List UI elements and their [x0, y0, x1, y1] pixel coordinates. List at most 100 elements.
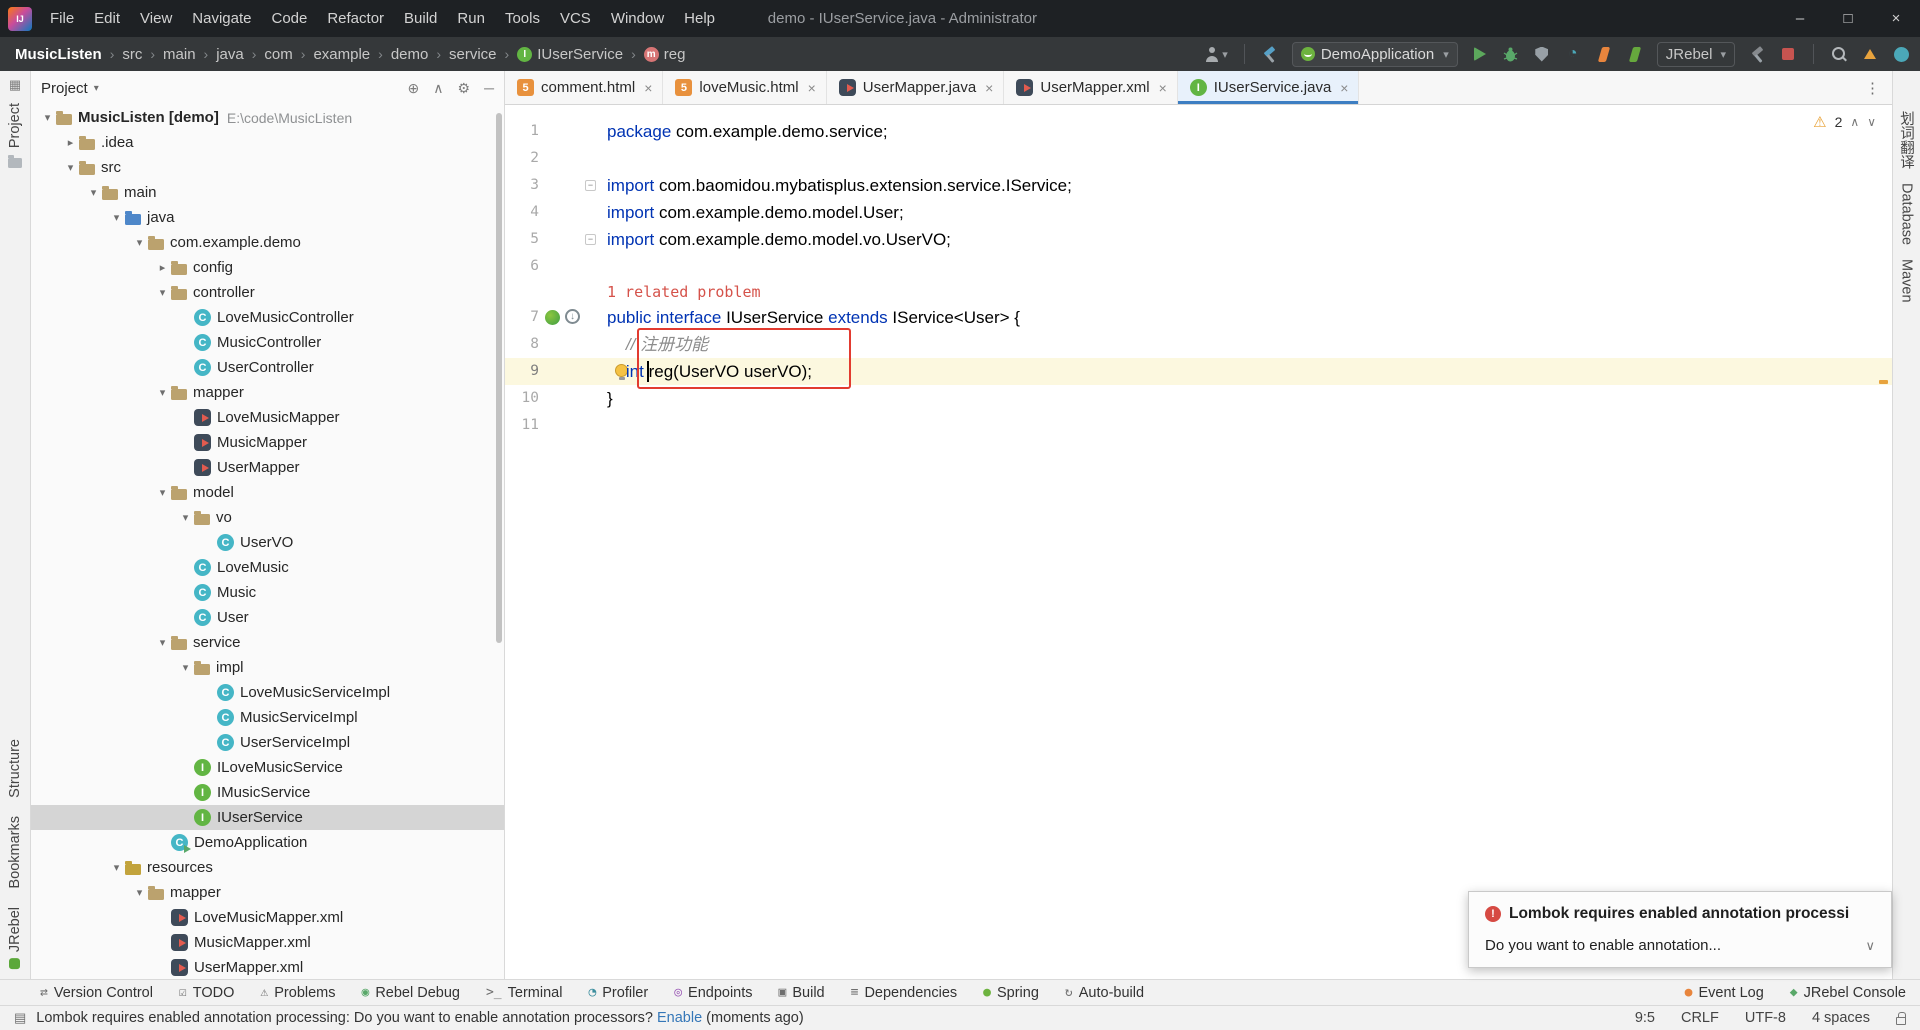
line-separator[interactable]: CRLF	[1681, 1010, 1719, 1026]
tool-stripe-project[interactable]: Project	[7, 103, 23, 148]
breadcrumb-item-IUserService[interactable]: IIUserService	[514, 44, 626, 65]
breadcrumb-item-com[interactable]: com	[261, 44, 295, 65]
code-line-8[interactable]: 8 // 注册功能	[505, 331, 1892, 358]
tree-item-MusicController[interactable]: CMusicController	[31, 330, 504, 355]
hide-button[interactable]: ─	[484, 80, 494, 96]
breadcrumb-item-main[interactable]: main	[160, 44, 199, 65]
tree-item-impl[interactable]: ▾impl	[31, 655, 504, 680]
chevron-open-icon[interactable]: ▾	[108, 861, 125, 874]
tree-item-MusicServiceImpl[interactable]: CMusicServiceImpl	[31, 705, 504, 730]
menu-item-edit[interactable]: Edit	[84, 0, 130, 37]
tree-item-main[interactable]: ▾main	[31, 180, 504, 205]
run-configuration-select[interactable]: DemoApplication ▾	[1292, 42, 1458, 67]
code-line-6[interactable]: 6	[505, 253, 1892, 280]
close-button[interactable]: ×	[1872, 0, 1920, 37]
tree-item-UserMapper.xml[interactable]: UserMapper.xml	[31, 955, 504, 979]
tree-item-src[interactable]: ▾src	[31, 155, 504, 180]
ide-update-button[interactable]	[1892, 42, 1910, 66]
tree-item-LoveMusicMapper[interactable]: LoveMusicMapper	[31, 405, 504, 430]
breadcrumb-item-src[interactable]: src	[119, 44, 145, 65]
jrebel-run-button[interactable]	[1595, 42, 1613, 66]
profiler-button[interactable]: ◔	[1564, 42, 1582, 66]
tree-item-MusicMapper.xml[interactable]: MusicMapper.xml	[31, 930, 504, 955]
chevron-open-icon[interactable]: ▾	[131, 236, 148, 249]
chevron-open-icon[interactable]: ▾	[154, 286, 171, 299]
debug-button[interactable]	[1502, 42, 1520, 66]
menu-item-help[interactable]: Help	[674, 0, 725, 37]
toolwindow-button-jrebel-console[interactable]: ◆JRebel Console	[1790, 985, 1906, 1001]
menu-item-code[interactable]: Code	[261, 0, 317, 37]
editor-tab-UserMapper.java[interactable]: UserMapper.java×	[827, 71, 1005, 104]
toolwindow-button-event-log[interactable]: ●Event Log	[1685, 985, 1764, 1001]
expand-chevron-icon[interactable]: ∨	[1865, 938, 1875, 954]
code-line-5[interactable]: 5−import com.example.demo.model.vo.UserV…	[505, 226, 1892, 253]
tree-item-MusicMapper[interactable]: MusicMapper	[31, 430, 504, 455]
tree-item-DemoApplication[interactable]: CDemoApplication	[31, 830, 504, 855]
jrebel-debug-button[interactable]	[1626, 42, 1644, 66]
tree-item-service[interactable]: ▾service	[31, 630, 504, 655]
tree-item-User[interactable]: CUser	[31, 605, 504, 630]
toolwindow-button-endpoints[interactable]: ◎Endpoints	[674, 985, 752, 1001]
tool-stripe-Structure[interactable]: Structure	[7, 739, 23, 798]
tree-item-resources[interactable]: ▾resources	[31, 855, 504, 880]
minimize-button[interactable]: –	[1776, 0, 1824, 37]
tree-item-LoveMusicMapper.xml[interactable]: LoveMusicMapper.xml	[31, 905, 504, 930]
menu-item-vcs[interactable]: VCS	[550, 0, 601, 37]
error-stripe-mark[interactable]	[1879, 380, 1888, 384]
code-line-9[interactable]: 9 int reg(UserVO userVO);	[505, 358, 1892, 385]
locate-button[interactable]: ⊕	[408, 80, 420, 97]
code-line-11[interactable]: 11	[505, 412, 1892, 439]
chevron-open-icon[interactable]: ▾	[177, 511, 194, 524]
tab-close-icon[interactable]: ×	[1340, 80, 1348, 96]
tree-item-model[interactable]: ▾model	[31, 480, 504, 505]
menu-item-view[interactable]: View	[130, 0, 182, 37]
tool-stripe-JRebel[interactable]: JRebel	[7, 907, 23, 969]
tree-item-vo[interactable]: ▾vo	[31, 505, 504, 530]
chevron-open-icon[interactable]: ▾	[154, 636, 171, 649]
tree-item-java[interactable]: ▾java	[31, 205, 504, 230]
menu-item-window[interactable]: Window	[601, 0, 674, 37]
caret-position[interactable]: 9:5	[1635, 1010, 1655, 1026]
toolwindow-button-spring[interactable]: ●Spring	[983, 985, 1039, 1001]
tool-stripe-划词翻译[interactable]: 划词翻译	[1896, 111, 1917, 169]
editor-tab-UserMapper.xml[interactable]: UserMapper.xml×	[1004, 71, 1177, 104]
tab-close-icon[interactable]: ×	[808, 80, 816, 96]
toolwindow-button-dependencies[interactable]: ≡Dependencies	[851, 985, 958, 1001]
tree-item-LoveMusic[interactable]: CLoveMusic	[31, 555, 504, 580]
toolwindow-button-todo[interactable]: ☑TODO	[179, 985, 234, 1001]
tree-item-LoveMusicController[interactable]: CLoveMusicController	[31, 305, 504, 330]
tree-item-UserController[interactable]: CUserController	[31, 355, 504, 380]
fold-marker-icon[interactable]: −	[585, 234, 596, 245]
code-line-1[interactable]: 1package com.example.demo.service;	[505, 118, 1892, 145]
user-dropdown[interactable]: ▾	[1204, 42, 1228, 66]
toolwindow-button-auto-build[interactable]: ↻Auto-build	[1065, 985, 1144, 1001]
collapse-all-button[interactable]: ∧	[433, 80, 443, 97]
related-problem-inlay[interactable]: 1 related problem	[607, 280, 761, 304]
tree-item-mapper[interactable]: ▾mapper	[31, 880, 504, 905]
run-button[interactable]	[1471, 42, 1489, 66]
breadcrumb-item-service[interactable]: service	[446, 44, 500, 65]
stop-button[interactable]	[1779, 42, 1797, 66]
editor-tab-comment.html[interactable]: 5comment.html×	[505, 71, 663, 104]
implemented-icon[interactable]: ↓	[565, 309, 580, 324]
code-line-10[interactable]: 10}	[505, 385, 1892, 412]
tree-item-IMusicService[interactable]: IIMusicService	[31, 780, 504, 805]
tree-item-controller[interactable]: ▾controller	[31, 280, 504, 305]
breadcrumb-item-reg[interactable]: mreg	[641, 44, 689, 65]
chevron-closed-icon[interactable]: ▸	[62, 136, 79, 149]
tree-item-com.example.demo[interactable]: ▾com.example.demo	[31, 230, 504, 255]
breadcrumb-item-java[interactable]: java	[213, 44, 247, 65]
tree-item-.idea[interactable]: ▸.idea	[31, 130, 504, 155]
tree-item-UserMapper[interactable]: UserMapper	[31, 455, 504, 480]
chevron-open-icon[interactable]: ▾	[108, 211, 125, 224]
tab-close-icon[interactable]: ×	[985, 80, 993, 96]
tab-close-icon[interactable]: ×	[1159, 80, 1167, 96]
search-everywhere-button[interactable]	[1830, 42, 1848, 66]
tool-stripe-Bookmarks[interactable]: Bookmarks	[7, 816, 23, 889]
menu-item-run[interactable]: Run	[447, 0, 495, 37]
editor-tab-loveMusic.html[interactable]: 5loveMusic.html×	[663, 71, 826, 104]
chevron-open-icon[interactable]: ▾	[39, 111, 56, 124]
file-encoding[interactable]: UTF-8	[1745, 1010, 1786, 1026]
readonly-lock-icon[interactable]	[1896, 1017, 1906, 1025]
code-line-3[interactable]: 3−import com.baomidou.mybatisplus.extens…	[505, 172, 1892, 199]
